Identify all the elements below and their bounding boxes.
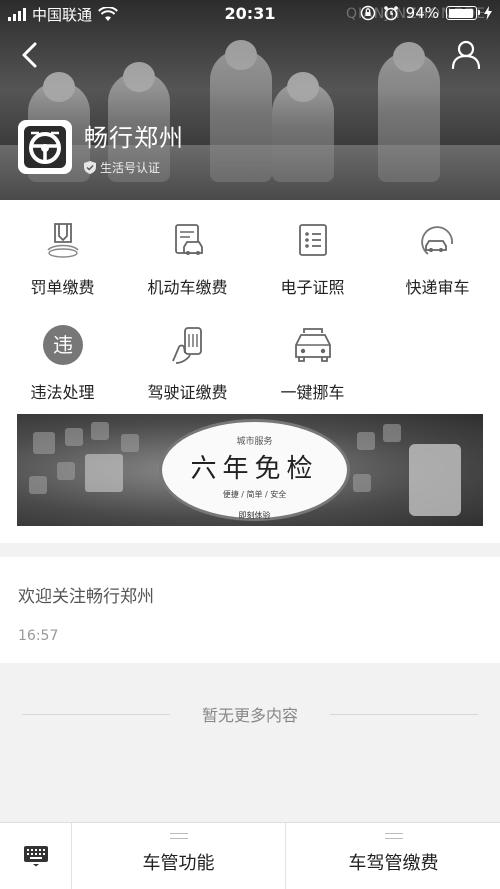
service-label: 驾驶证缴费 (147, 383, 228, 402)
alarm-icon (383, 6, 398, 21)
violation-icon: 违 (42, 325, 83, 365)
verified-shield-icon (84, 161, 96, 174)
steering-wheel-icon (24, 126, 66, 168)
service-label: 违法处理 (30, 383, 95, 402)
service-panel: 罚单缴费 机动车缴费 电子证照 快递审车 违 违法处理 驾驶证缴费 一键挪车 城… (0, 200, 500, 543)
back-button[interactable] (16, 40, 46, 70)
service-move-car[interactable]: 一键挪车 (250, 323, 375, 413)
divider (330, 714, 478, 715)
banner-cta[interactable]: 即刻体验 (162, 510, 347, 521)
back-arrow-icon (22, 42, 37, 68)
service-label: 电子证照 (280, 278, 345, 297)
service-license-payment[interactable]: 驾驶证缴费 (125, 323, 250, 413)
header-photo-figure (272, 72, 334, 182)
service-label: 一键挪车 (280, 383, 345, 402)
service-fine-payment[interactable]: 罚单缴费 (0, 218, 125, 308)
message-text: 欢迎关注畅行郑州 (18, 587, 154, 607)
license-payment-icon (171, 327, 202, 364)
promo-banner[interactable]: 城市服务 六年免检 便捷 / 简单 / 安全 即刻体验 (17, 414, 483, 526)
keyboard-button[interactable] (0, 823, 72, 889)
service-label: 快递审车 (405, 278, 470, 297)
banner-subtitle: 城市服务 (236, 437, 273, 447)
account-name: 畅行郑州 (84, 124, 184, 152)
phone-graphic (409, 444, 461, 516)
banner-title: 六年免检 (190, 454, 319, 484)
ticket-icon (46, 223, 79, 258)
id-card-icon (298, 224, 327, 256)
header-photo-figure (210, 40, 272, 182)
vehicle-bill-icon (174, 224, 203, 255)
plus-card-icon (85, 454, 123, 492)
charging-icon (484, 6, 492, 20)
header-photo-figure (378, 42, 440, 182)
express-inspection-icon (420, 226, 453, 255)
service-e-license[interactable]: 电子证照 (250, 218, 375, 308)
banner-badge: 城市服务 六年免检 便捷 / 简单 / 安全 即刻体验 (162, 422, 347, 521)
banner-strip: 便捷 / 简单 / 安全 (222, 490, 287, 499)
message-card[interactable]: 欢迎关注畅行郑州 16:57 (0, 557, 500, 663)
tab-label: 车驾管缴费 (348, 853, 439, 874)
tab-vehicle-management[interactable]: 车管功能 (72, 823, 286, 889)
account-header: QIANJINZHONGDE 中国联通 20:31 94% 畅行郑州 生活号认证 (0, 0, 500, 200)
no-more-content: 暂无更多内容 (0, 702, 500, 726)
service-label: 罚单缴费 (30, 278, 95, 297)
bottom-tab-bar: 车管功能 车驾管缴费 (0, 822, 500, 889)
menu-handle-icon (169, 833, 188, 839)
service-label: 机动车缴费 (147, 278, 228, 297)
service-vehicle-payment[interactable]: 机动车缴费 (125, 218, 250, 308)
keyboard-icon (23, 846, 48, 867)
message-time: 16:57 (18, 628, 59, 644)
orientation-lock-icon (360, 5, 375, 21)
move-car-icon (294, 328, 331, 362)
service-violation-handling[interactable]: 违 违法处理 (0, 323, 125, 413)
service-express-inspection[interactable]: 快递审车 (375, 218, 500, 308)
svg-text:违: 违 (53, 333, 73, 357)
battery-percent: 94% (405, 4, 439, 22)
account-logo (18, 120, 72, 174)
verified-label: 生活号认证 (100, 161, 161, 175)
tab-fee-payment[interactable]: 车驾管缴费 (287, 823, 500, 889)
user-icon (451, 40, 481, 70)
account-profile[interactable]: 畅行郑州 生活号认证 (18, 118, 184, 176)
battery-icon (446, 6, 480, 20)
tab-label: 车管功能 (142, 853, 215, 874)
profile-button[interactable] (450, 38, 482, 70)
status-bar: 中国联通 20:31 94% (0, 0, 500, 28)
menu-handle-icon (384, 833, 403, 839)
